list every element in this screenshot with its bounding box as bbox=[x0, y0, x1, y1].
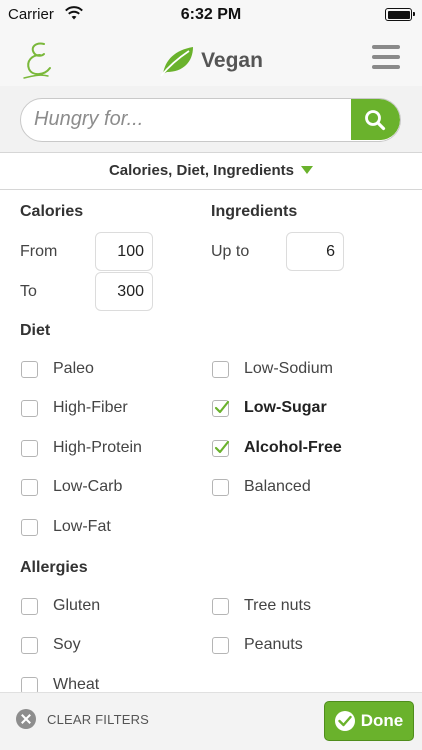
allergy-option-label: Peanuts bbox=[244, 636, 303, 653]
checkbox[interactable] bbox=[21, 676, 38, 694]
allergy-option-label: Tree nuts bbox=[244, 597, 311, 614]
diet-option-paleo[interactable]: Paleo bbox=[21, 357, 94, 381]
check-circle-icon bbox=[334, 711, 355, 731]
diet-option-label: Alcohol-Free bbox=[244, 439, 342, 456]
diet-option-label: Low-Carb bbox=[53, 478, 123, 495]
checkbox[interactable] bbox=[21, 399, 38, 417]
checkbox[interactable] bbox=[21, 478, 38, 496]
clear-filters-button[interactable]: CLEAR FILTERS bbox=[16, 709, 149, 729]
allergy-option-label: Gluten bbox=[53, 597, 101, 614]
allergy-option-soy[interactable]: Soy bbox=[21, 633, 81, 657]
clear-icon bbox=[16, 709, 36, 729]
battery-icon bbox=[385, 8, 415, 21]
filter-toggle[interactable]: Calories, Diet, Ingredients bbox=[0, 152, 422, 190]
diet-option-low-carb[interactable]: Low-Carb bbox=[21, 475, 122, 499]
filter-summary: Calories, Diet, Ingredients bbox=[108, 162, 295, 179]
ingredients-upto-field[interactable]: 6 bbox=[286, 232, 344, 271]
diet-option-label: High-Fiber bbox=[53, 399, 128, 416]
search-area bbox=[0, 86, 422, 152]
diet-option-label: High-Protein bbox=[53, 439, 142, 456]
search-icon bbox=[365, 110, 386, 131]
calories-to-label: To bbox=[20, 283, 37, 300]
diet-option-low-sugar[interactable]: Low-Sugar bbox=[212, 396, 327, 420]
leaf-icon bbox=[160, 47, 194, 77]
done-label: Done bbox=[360, 711, 404, 730]
allergies-title: Allergies bbox=[20, 559, 88, 576]
search-input[interactable] bbox=[21, 99, 351, 140]
checkbox[interactable] bbox=[212, 360, 229, 378]
diet-option-label: Low-Sodium bbox=[244, 360, 333, 377]
calories-from-field[interactable]: 100 bbox=[95, 232, 153, 271]
calories-from-label: From bbox=[20, 243, 58, 260]
checkbox[interactable] bbox=[212, 636, 229, 654]
checkbox-checked[interactable] bbox=[212, 439, 230, 457]
checkbox-checked[interactable] bbox=[212, 399, 230, 417]
done-button[interactable]: Done bbox=[324, 701, 414, 741]
checkbox[interactable] bbox=[212, 478, 229, 496]
diet-option-high-fiber[interactable]: High-Fiber bbox=[21, 396, 128, 420]
diet-option-label: Paleo bbox=[53, 360, 94, 377]
allergy-option-peanuts[interactable]: Peanuts bbox=[212, 633, 303, 657]
allergy-option-label: Soy bbox=[53, 636, 81, 653]
calories-to-field[interactable]: 300 bbox=[95, 272, 153, 311]
checkbox[interactable] bbox=[21, 636, 38, 654]
diet-option-label: Balanced bbox=[244, 478, 311, 495]
checkmark-icon bbox=[214, 400, 230, 413]
diet-option-label: Low-Fat bbox=[53, 518, 111, 535]
caret-down-icon bbox=[301, 166, 314, 174]
diet-option-high-protein[interactable]: High-Protein bbox=[21, 436, 142, 460]
diet-title: Diet bbox=[20, 322, 51, 339]
diet-option-label: Low-Sugar bbox=[244, 399, 327, 416]
allergy-option-gluten[interactable]: Gluten bbox=[21, 594, 100, 618]
status-bar: Carrier 6:32 PM bbox=[0, 0, 422, 34]
ingredients-title: Ingredients bbox=[211, 203, 298, 220]
brand: Vegan bbox=[0, 44, 422, 78]
hamburger-menu-icon[interactable] bbox=[372, 45, 400, 71]
checkbox[interactable] bbox=[21, 360, 38, 378]
bottom-bar: CLEAR FILTERS Done bbox=[0, 692, 422, 750]
checkbox[interactable] bbox=[212, 597, 229, 615]
checkbox[interactable] bbox=[21, 439, 38, 457]
clock: 6:32 PM bbox=[180, 6, 242, 23]
calories-title: Calories bbox=[20, 203, 84, 220]
search-button[interactable] bbox=[351, 99, 400, 140]
checkmark-icon bbox=[214, 440, 230, 453]
page-title: Vegan bbox=[201, 49, 263, 72]
search-box bbox=[20, 98, 401, 142]
ingredients-upto-label: Up to bbox=[211, 243, 250, 260]
diet-option-balanced[interactable]: Balanced bbox=[212, 475, 311, 499]
diet-option-alcohol-free[interactable]: Alcohol-Free bbox=[212, 436, 342, 460]
clear-filters-label: CLEAR FILTERS bbox=[47, 711, 150, 727]
nav-bar: Vegan bbox=[0, 34, 422, 86]
diet-option-low-fat[interactable]: Low-Fat bbox=[21, 515, 111, 539]
diet-option-low-sodium[interactable]: Low-Sodium bbox=[212, 357, 333, 381]
checkbox[interactable] bbox=[21, 518, 38, 536]
allergy-option-tree-nuts[interactable]: Tree nuts bbox=[212, 594, 311, 618]
checkbox[interactable] bbox=[21, 597, 38, 615]
